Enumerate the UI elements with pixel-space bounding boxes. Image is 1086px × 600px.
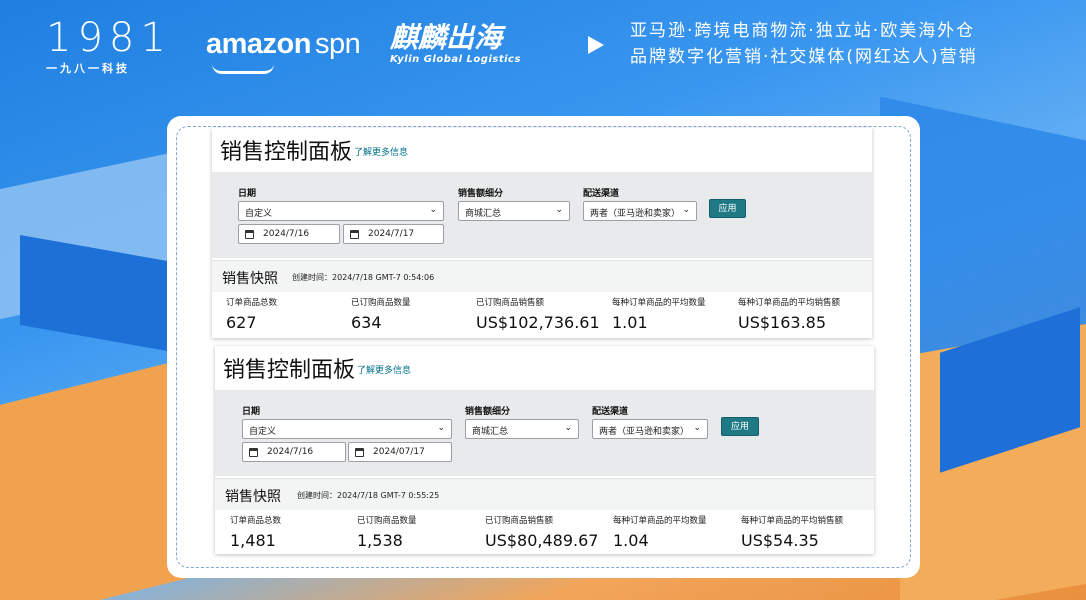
metric-total-order-items: 订单商品总数 627	[226, 296, 277, 332]
snapshot-bar: 销售快照 创建时间：2024/7/18 GMT-7 0:55:25	[215, 478, 874, 510]
metric-value: US$102,736.61	[476, 313, 600, 332]
sales-dashboard-panel: 销售控制面板 了解更多信息 日期 自定义 ⌄ 2024/7/16 2024/7/1…	[212, 128, 872, 338]
logo-amazon-text: amazon	[206, 28, 311, 60]
chevron-down-icon: ⌄	[564, 423, 572, 433]
calendar-icon	[249, 448, 258, 457]
snapshot-bar: 销售快照 创建时间：2024/7/18 GMT-7 0:54:06	[212, 260, 872, 292]
apply-button[interactable]: 应用	[721, 417, 759, 436]
snapshot-time: 创建时间：2024/7/18 GMT-7 0:54:06	[292, 273, 435, 282]
sales-dashboard-panel: 销售控制面板 了解更多信息 日期 自定义 ⌄ 2024/7/16 2024/07/…	[215, 346, 874, 554]
chevron-down-icon: ⌄	[429, 205, 437, 215]
end-date-field[interactable]: 2024/07/17	[348, 442, 452, 462]
date-range-select[interactable]: 自定义 ⌄	[238, 201, 444, 221]
metric-units-ordered: 已订购商品数量 634	[351, 296, 411, 332]
metric-label: 已订购商品销售额	[485, 516, 554, 526]
channel-value: 两者（亚马逊和卖家）	[590, 209, 681, 219]
metric-avg-sales: 每种订单商品的平均销售额 US$163.85	[738, 296, 840, 332]
logo-amazon-spn: amazon spn	[206, 28, 361, 61]
learn-more-link[interactable]: 了解更多信息	[357, 366, 411, 376]
logo-1981: 1981 一九八一科技	[46, 18, 172, 76]
channel-label: 配送渠道	[583, 189, 620, 199]
breakdown-value: 商城汇总	[465, 209, 502, 219]
logo-1981-subtitle: 一九八一科技	[46, 62, 130, 75]
filter-area: 日期 自定义 ⌄ 2024/7/16 2024/7/17 销售额细分 商城汇总 …	[212, 172, 872, 258]
metric-label: 已订购商品数量	[351, 298, 411, 308]
breakdown-select[interactable]: 商城汇总 ⌄	[465, 419, 579, 439]
snapshot-title: 销售快照	[222, 271, 278, 287]
start-date-field[interactable]: 2024/7/16	[242, 442, 346, 462]
metric-value: 1.01	[612, 313, 648, 332]
metric-value: US$54.35	[741, 531, 819, 550]
tagline-line-2: 品牌数字化营销·社交媒体(网红达人)营销	[630, 47, 978, 67]
metric-ordered-product-sales: 已订购商品销售额 US$102,736.61	[476, 296, 600, 332]
play-icon	[588, 36, 604, 54]
end-date-field[interactable]: 2024/7/17	[343, 224, 444, 244]
metric-value: 634	[351, 313, 382, 332]
start-date-value: 2024/7/16	[263, 229, 310, 239]
metric-ordered-product-sales: 已订购商品销售额 US$80,489.67	[485, 514, 598, 550]
metric-label: 每种订单商品的平均销售额	[741, 516, 844, 526]
channel-select[interactable]: 两者（亚马逊和卖家） ⌄	[592, 419, 708, 439]
metric-value: 1,538	[357, 531, 403, 550]
tagline-line-1: 亚马逊·跨境电商物流·独立站·欧美海外仓	[630, 21, 976, 41]
date-range-value: 自定义	[245, 209, 273, 219]
metric-label: 已订购商品销售额	[476, 298, 545, 308]
calendar-icon	[355, 448, 364, 457]
metric-label: 订单商品总数	[230, 516, 282, 526]
metric-label: 每种订单商品的平均数量	[613, 516, 707, 526]
logo-kylin-en: Kylin Global Logistics	[390, 54, 521, 65]
banner-header: 1981 一九八一科技 amazon spn 麒麟出海 Kylin Global …	[0, 0, 1086, 90]
metric-label: 订单商品总数	[226, 298, 278, 308]
date-range-value: 自定义	[249, 427, 277, 437]
dashboard-title: 销售控制面板	[223, 358, 356, 383]
apply-button[interactable]: 应用	[709, 199, 746, 218]
calendar-icon	[350, 230, 359, 239]
channel-value: 两者（亚马逊和卖家）	[599, 427, 690, 437]
logo-kylin: 麒麟出海 Kylin Global Logistics	[390, 21, 521, 66]
metric-value: 627	[226, 313, 257, 332]
dashboard-title: 销售控制面板	[220, 140, 353, 165]
channel-label: 配送渠道	[592, 407, 629, 417]
metric-label: 每种订单商品的平均销售额	[738, 298, 841, 308]
metric-value: US$163.85	[738, 313, 827, 332]
metric-label: 已订购商品数量	[357, 516, 417, 526]
learn-more-link[interactable]: 了解更多信息	[354, 148, 408, 158]
snapshot-title: 销售快照	[225, 489, 281, 505]
metric-avg-units: 每种订单商品的平均数量 1.04	[613, 514, 707, 550]
metric-units-ordered: 已订购商品数量 1,538	[357, 514, 417, 550]
chevron-down-icon: ⌄	[437, 423, 445, 433]
metric-avg-sales: 每种订单商品的平均销售额 US$54.35	[741, 514, 843, 550]
logo-kylin-cn: 麒麟出海	[390, 21, 503, 54]
date-label: 日期	[238, 189, 257, 199]
breakdown-label: 销售额细分	[465, 407, 511, 417]
metric-value: 1,481	[230, 531, 276, 550]
end-date-value: 2024/7/17	[368, 229, 415, 239]
logo-1981-number: 1981	[46, 15, 172, 61]
calendar-icon	[245, 230, 254, 239]
amazon-smile-icon	[212, 64, 274, 74]
snapshot-time: 创建时间：2024/7/18 GMT-7 0:55:25	[297, 491, 440, 500]
end-date-value: 2024/07/17	[373, 447, 425, 457]
page-title: 销售控制面板 了解更多信息	[223, 352, 411, 384]
metric-label: 每种订单商品的平均数量	[612, 298, 706, 308]
start-date-field[interactable]: 2024/7/16	[238, 224, 340, 244]
logo-spn-text: spn	[314, 28, 361, 60]
date-range-select[interactable]: 自定义 ⌄	[242, 419, 452, 439]
channel-select[interactable]: 两者（亚马逊和卖家） ⌄	[583, 201, 697, 221]
page-title: 销售控制面板 了解更多信息	[220, 134, 408, 166]
breakdown-value: 商城汇总	[472, 427, 509, 437]
tagline: 亚马逊·跨境电商物流·独立站·欧美海外仓 品牌数字化营销·社交媒体(网红达人)营…	[630, 18, 978, 70]
chevron-down-icon: ⌄	[682, 205, 690, 215]
chevron-down-icon: ⌄	[555, 205, 563, 215]
metric-avg-units: 每种订单商品的平均数量 1.01	[612, 296, 706, 332]
metric-total-order-items: 订单商品总数 1,481	[230, 514, 281, 550]
start-date-value: 2024/7/16	[267, 447, 314, 457]
breakdown-label: 销售额细分	[458, 189, 504, 199]
date-label: 日期	[242, 407, 261, 417]
metric-value: 1.04	[613, 531, 649, 550]
filter-area: 日期 自定义 ⌄ 2024/7/16 2024/07/17 销售额细分 商城汇总…	[215, 390, 874, 476]
breakdown-select[interactable]: 商城汇总 ⌄	[458, 201, 570, 221]
chevron-down-icon: ⌄	[693, 423, 701, 433]
metric-value: US$80,489.67	[485, 531, 599, 550]
